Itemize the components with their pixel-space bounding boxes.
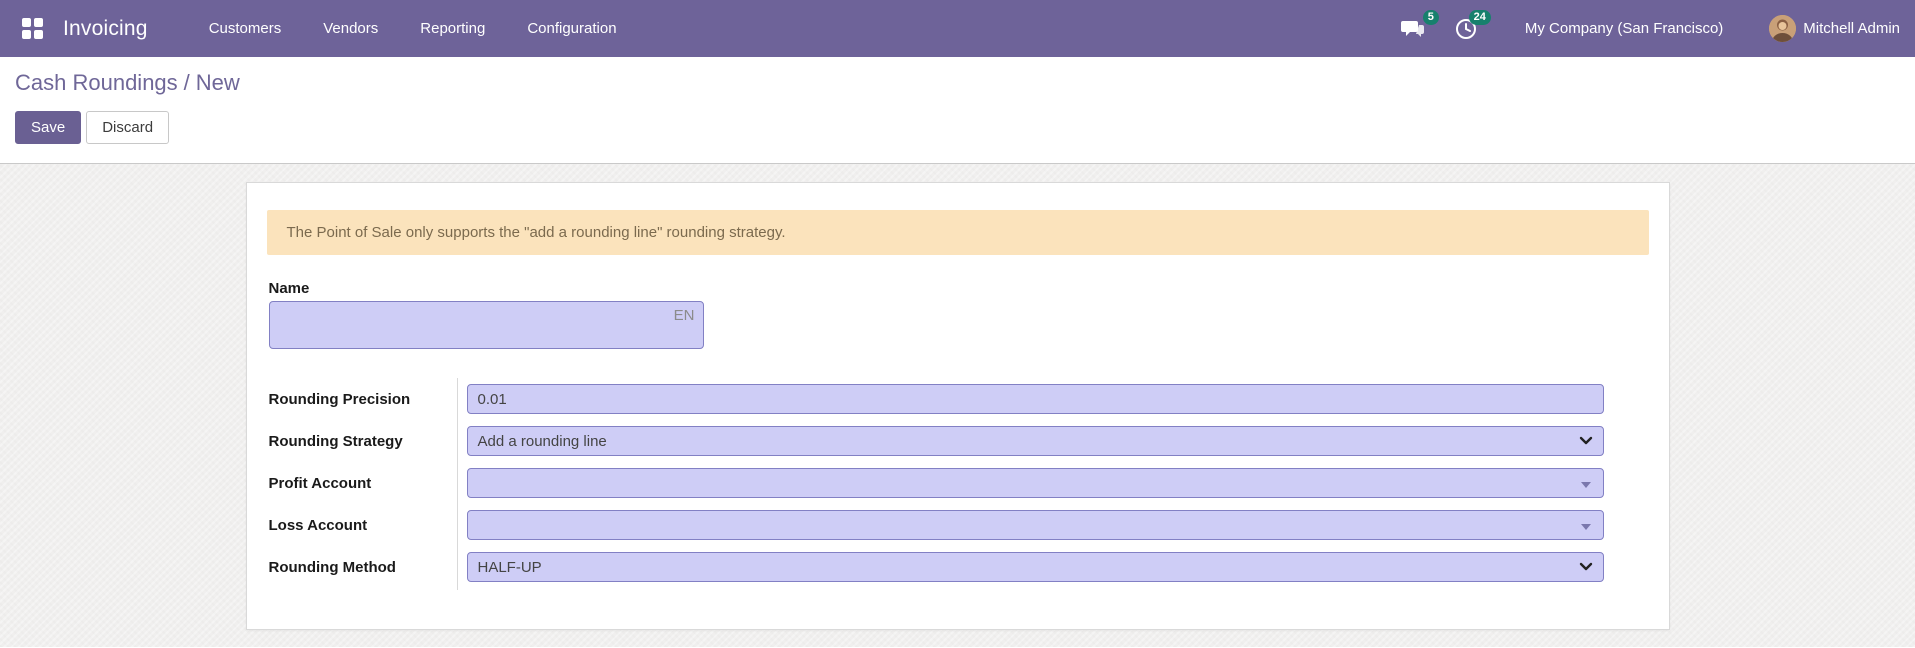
app-name[interactable]: Invoicing bbox=[63, 17, 148, 41]
navbar-systray: 5 24 My Company (San Francisco) Mitchell… bbox=[1400, 9, 1900, 42]
menu-vendors[interactable]: Vendors bbox=[302, 20, 399, 37]
profit-account-label: Profit Account bbox=[268, 474, 372, 492]
company-switcher[interactable]: My Company (San Francisco) bbox=[1525, 20, 1723, 37]
field-group: Rounding Precision Rounding Strategy Add… bbox=[269, 378, 1647, 590]
user-name: Mitchell Admin bbox=[1803, 20, 1900, 37]
rounding-method-value: HALF-UP bbox=[477, 558, 542, 576]
rounding-precision-label: Rounding Precision bbox=[268, 390, 411, 408]
caret-down-icon bbox=[1580, 482, 1591, 488]
loss-account-field[interactable] bbox=[466, 510, 1604, 540]
rounding-precision-row: Rounding Precision bbox=[269, 384, 1647, 414]
name-label: Name bbox=[268, 280, 310, 297]
warning-alert: The Point of Sale only supports the "add… bbox=[266, 210, 1649, 255]
user-menu[interactable]: Mitchell Admin bbox=[1769, 15, 1900, 42]
name-input[interactable] bbox=[268, 301, 704, 349]
chevron-down-icon bbox=[1579, 436, 1592, 445]
rounding-strategy-select[interactable]: Add a rounding line bbox=[466, 426, 1604, 456]
activities-button[interactable]: 24 bbox=[1455, 9, 1491, 40]
form-sheet: The Point of Sale only supports the "add… bbox=[245, 182, 1670, 630]
messages-badge: 5 bbox=[1422, 9, 1439, 25]
rounding-strategy-value: Add a rounding line bbox=[477, 432, 607, 450]
messages-button[interactable]: 5 bbox=[1400, 9, 1439, 40]
loss-account-row: Loss Account bbox=[269, 510, 1647, 540]
breadcrumb-parent[interactable]: Cash Roundings bbox=[15, 70, 178, 95]
rounding-strategy-label: Rounding Strategy bbox=[268, 432, 403, 450]
top-navbar: Invoicing Customers Vendors Reporting Co… bbox=[0, 0, 1915, 57]
name-field-group: Name EN bbox=[268, 280, 1647, 349]
chevron-down-icon bbox=[1579, 562, 1592, 571]
translation-badge[interactable]: EN bbox=[674, 307, 695, 324]
discard-button[interactable]: Discard bbox=[86, 111, 170, 144]
nav-menu: Customers Vendors Reporting Configuratio… bbox=[188, 20, 638, 37]
rounding-precision-input[interactable] bbox=[477, 385, 1593, 413]
rounding-precision-field bbox=[466, 384, 1604, 414]
caret-down-icon bbox=[1580, 524, 1591, 530]
breadcrumb-current: New bbox=[195, 70, 240, 95]
loss-account-label: Loss Account bbox=[268, 516, 368, 534]
menu-customers[interactable]: Customers bbox=[188, 20, 303, 37]
action-buttons: Save Discard bbox=[15, 111, 1915, 144]
apps-grid-icon[interactable] bbox=[22, 17, 44, 40]
rounding-method-label: Rounding Method bbox=[268, 558, 396, 576]
menu-reporting[interactable]: Reporting bbox=[399, 20, 506, 37]
rounding-strategy-row: Rounding Strategy Add a rounding line bbox=[269, 426, 1647, 456]
profit-account-field[interactable] bbox=[466, 468, 1604, 498]
activities-badge: 24 bbox=[1468, 9, 1491, 25]
chat-icon bbox=[1400, 20, 1424, 37]
breadcrumb-separator: / bbox=[183, 70, 190, 95]
form-view-background: The Point of Sale only supports the "add… bbox=[0, 164, 1915, 647]
breadcrumb: Cash Roundings / New bbox=[15, 70, 1915, 96]
menu-configuration[interactable]: Configuration bbox=[506, 20, 637, 37]
rounding-method-select[interactable]: HALF-UP bbox=[466, 552, 1604, 582]
user-avatar bbox=[1769, 15, 1797, 42]
save-button[interactable]: Save bbox=[15, 111, 82, 144]
profit-account-row: Profit Account bbox=[269, 468, 1647, 498]
name-field: EN bbox=[268, 301, 704, 349]
control-panel: Cash Roundings / New Save Discard bbox=[0, 57, 1915, 164]
rounding-method-row: Rounding Method HALF-UP bbox=[269, 552, 1647, 582]
